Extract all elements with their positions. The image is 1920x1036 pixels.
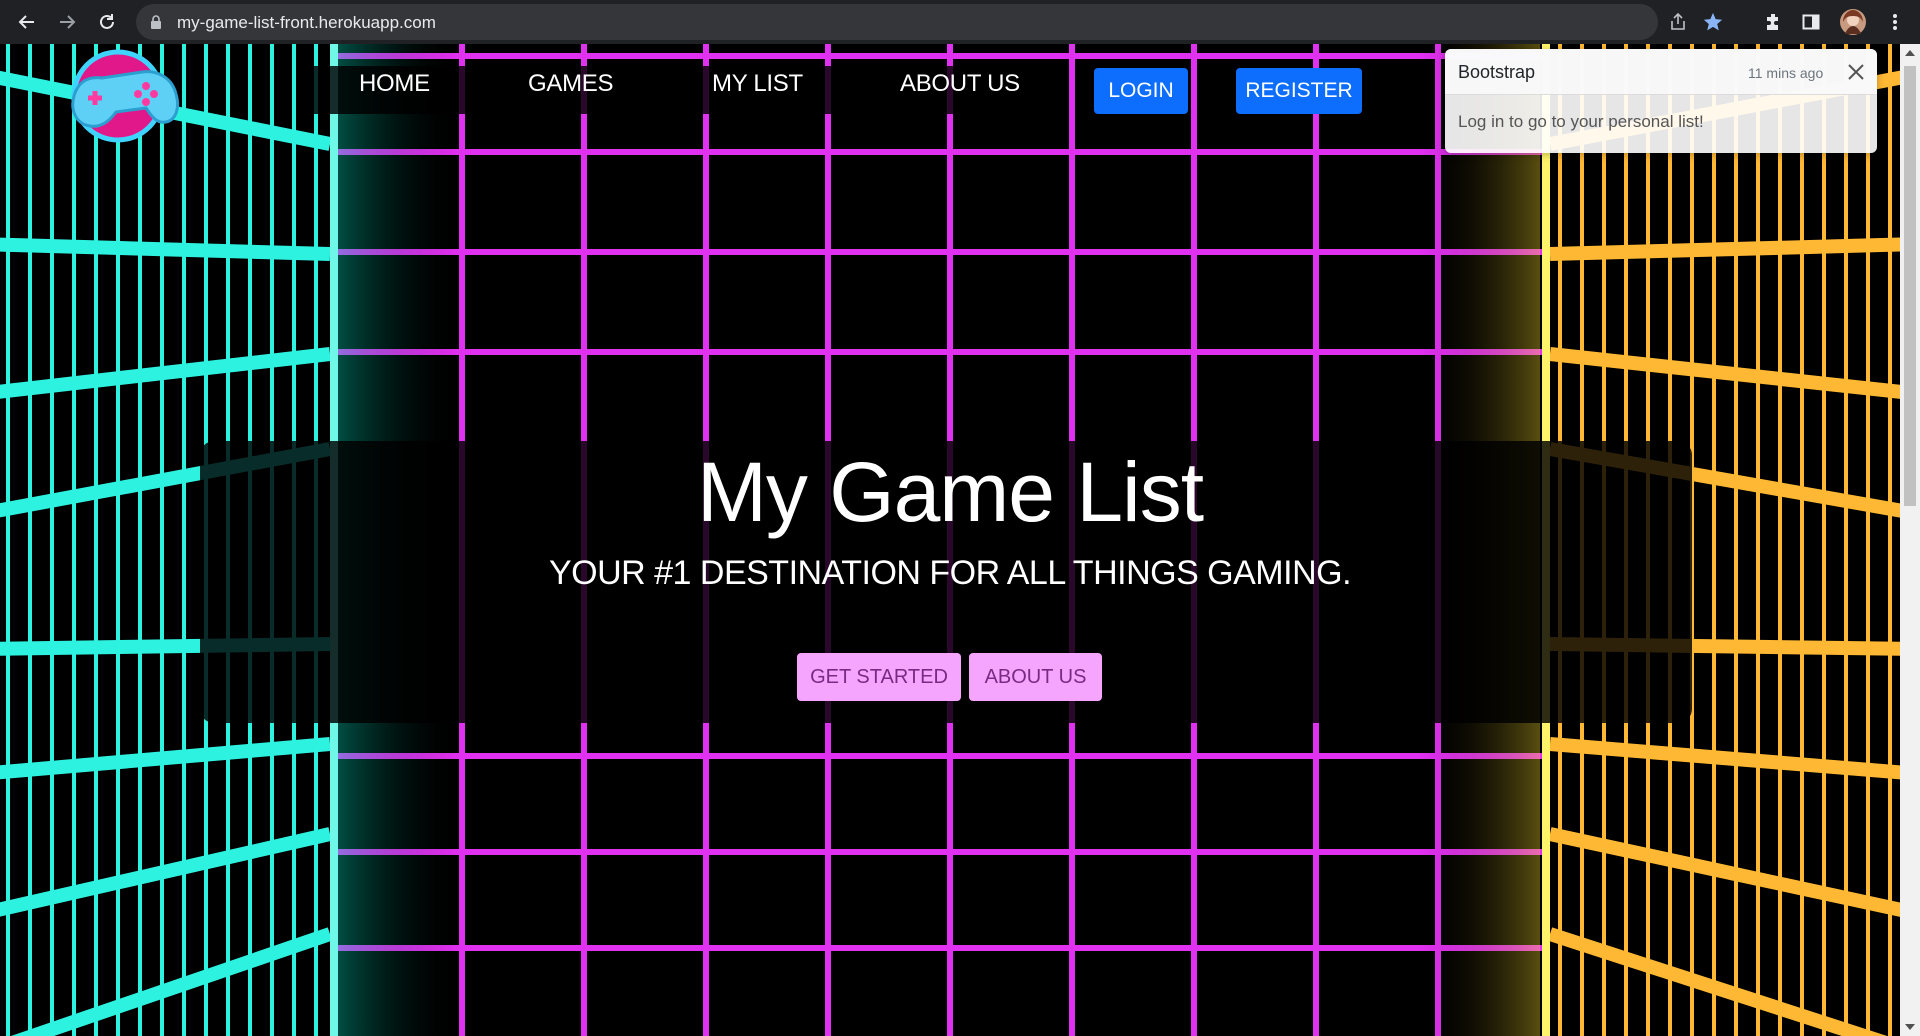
close-icon[interactable] bbox=[1845, 61, 1867, 83]
browser-toolbar: my-game-list-front.herokuapp.com bbox=[0, 0, 1920, 44]
reload-icon[interactable] bbox=[92, 7, 122, 37]
nav-games-link[interactable]: GAMES bbox=[528, 70, 613, 98]
get-started-button[interactable]: GET STARTED bbox=[797, 653, 961, 701]
lock-icon[interactable] bbox=[150, 14, 162, 34]
star-icon[interactable] bbox=[1702, 11, 1724, 37]
toast-body: Log in to go to your personal list! bbox=[1458, 112, 1704, 131]
hero-title: My Game List bbox=[696, 445, 1204, 539]
nav-my-list-link[interactable]: MY LIST bbox=[712, 70, 803, 98]
share-icon[interactable] bbox=[1668, 12, 1688, 36]
nav-about-us-link[interactable]: ABOUT US bbox=[900, 70, 1020, 98]
login-button[interactable]: LOGIN bbox=[1094, 68, 1188, 114]
about-us-button[interactable]: ABOUT US bbox=[969, 653, 1102, 701]
hero-subtitle: YOUR #1 DESTINATION FOR ALL THINGS GAMIN… bbox=[548, 554, 1352, 592]
address-bar[interactable]: my-game-list-front.herokuapp.com bbox=[136, 4, 1723, 40]
toast-notification: Bootstrap 11 mins ago Log in to go to yo… bbox=[1445, 49, 1877, 153]
side-panel-icon[interactable] bbox=[1796, 7, 1826, 37]
profile-avatar[interactable] bbox=[1838, 7, 1868, 37]
scroll-up-arrow-icon[interactable] bbox=[1905, 50, 1915, 56]
menu-icon[interactable] bbox=[1880, 7, 1910, 37]
toast-header: Bootstrap 11 mins ago bbox=[1445, 49, 1877, 95]
scroll-down-arrow-icon[interactable] bbox=[1905, 1024, 1915, 1030]
page-viewport: HOME GAMES MY LIST ABOUT US LOGIN REGIST… bbox=[0, 44, 1900, 1036]
toast-title: Bootstrap bbox=[1458, 62, 1536, 82]
page-scrollbar[interactable] bbox=[1900, 44, 1920, 1036]
nav-home-link[interactable]: HOME bbox=[359, 70, 430, 98]
url-text[interactable]: my-game-list-front.herokuapp.com bbox=[177, 13, 436, 33]
register-button[interactable]: REGISTER bbox=[1236, 68, 1362, 114]
toast-time: 11 mins ago bbox=[1748, 65, 1824, 81]
forward-icon[interactable] bbox=[52, 7, 82, 37]
extensions-icon[interactable] bbox=[1758, 7, 1788, 37]
scrollbar-thumb[interactable] bbox=[1904, 66, 1916, 506]
back-icon[interactable] bbox=[12, 7, 42, 37]
gamepad-logo[interactable] bbox=[62, 46, 186, 146]
